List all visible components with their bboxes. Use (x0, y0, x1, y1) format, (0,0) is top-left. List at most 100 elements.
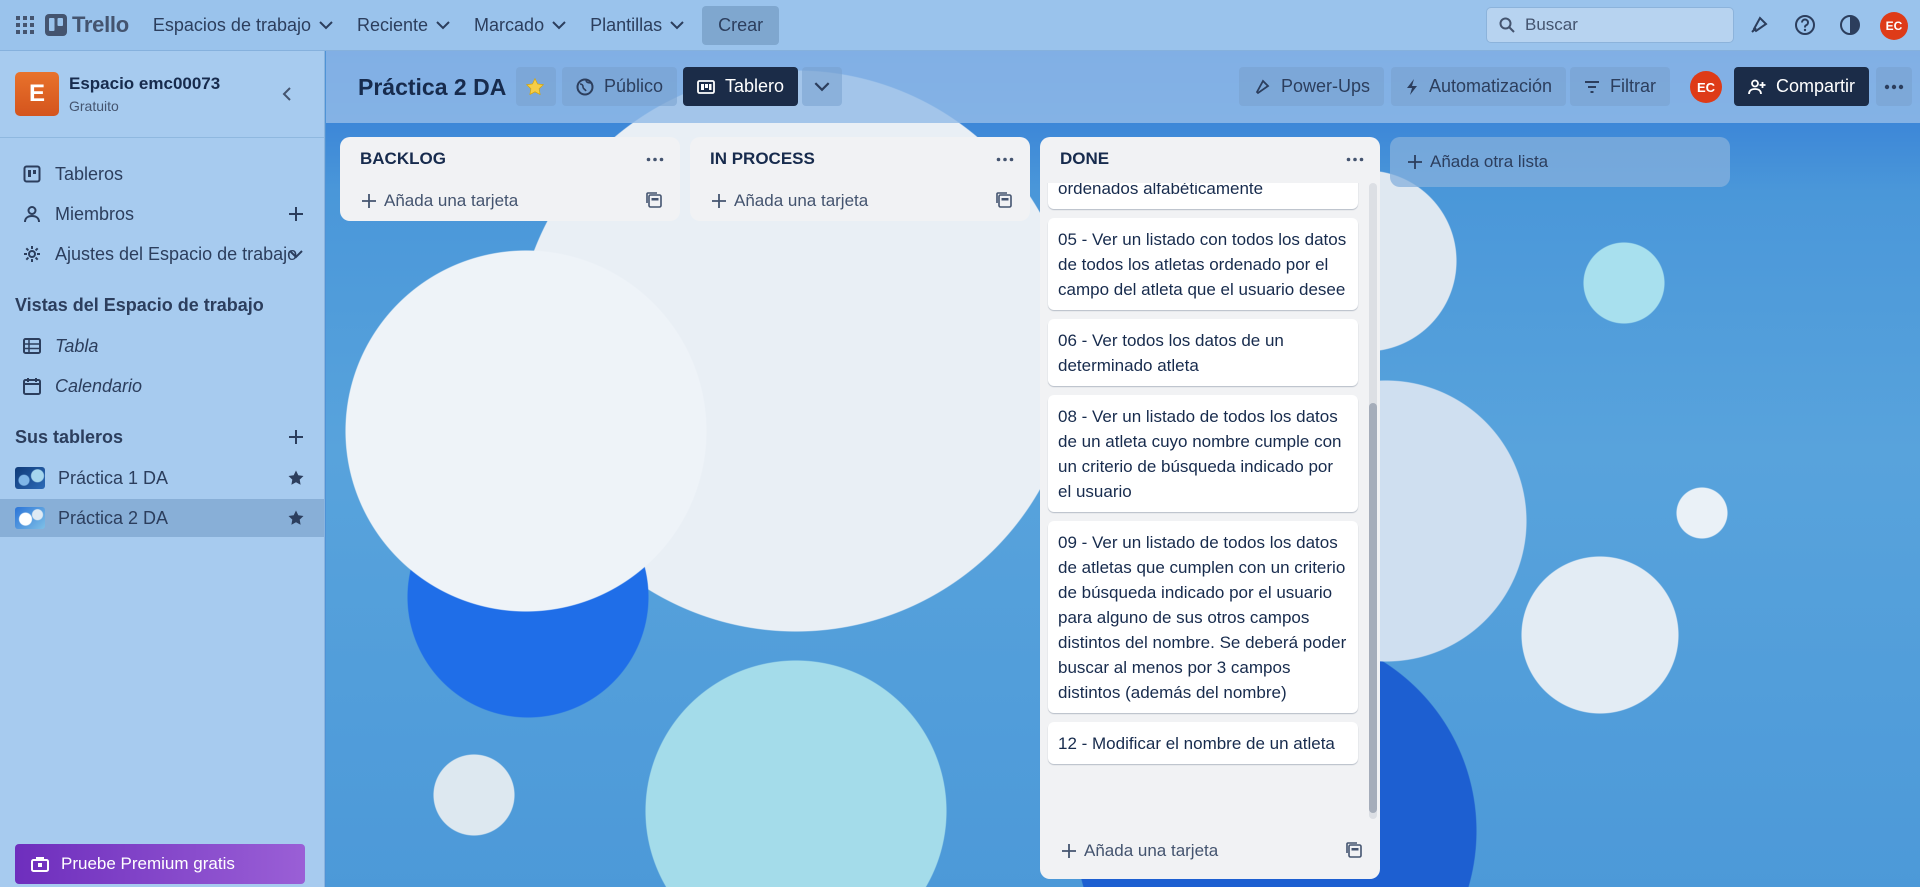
sidebar-item-table[interactable]: Tabla (0, 327, 324, 365)
sidebar-item-label: Calendario (55, 375, 143, 396)
list-title[interactable]: BACKLOG (360, 149, 446, 169)
card-text: 06 - Ver todos los datos de un determina… (1058, 331, 1284, 375)
collapse-sidebar-icon[interactable] (276, 83, 298, 105)
list-title[interactable]: IN PROCESS (710, 149, 815, 169)
filter-button[interactable]: Filtrar (1570, 67, 1670, 106)
board-member-avatar[interactable]: EC (1690, 71, 1722, 103)
nav-starred[interactable]: Marcado (462, 7, 578, 43)
list-done: DONE ordenados alfabéticamente 05 - Ver … (1040, 137, 1380, 879)
sidebar-item-label: Tabla (55, 335, 99, 356)
card-text: ordenados alfabéticamente (1058, 183, 1264, 198)
star-icon[interactable] (286, 468, 306, 488)
app-name: Trello (72, 12, 129, 37)
list-header[interactable]: IN PROCESS (690, 137, 1030, 181)
more-icon[interactable] (644, 149, 666, 169)
board-menu-button[interactable] (1876, 67, 1912, 106)
gear-icon (22, 244, 42, 264)
star-board-button[interactable] (516, 67, 556, 106)
create-button[interactable]: Crear (702, 5, 780, 45)
star-icon[interactable] (286, 508, 306, 528)
theme-icon[interactable] (1837, 12, 1863, 38)
card-text: 05 - Ver un listado con todos los datos … (1058, 230, 1347, 299)
list-header[interactable]: DONE (1040, 137, 1380, 181)
card-template-icon[interactable] (996, 192, 1012, 208)
views-heading: Vistas del Espacio de trabajo (15, 295, 264, 315)
card-template-icon[interactable] (1346, 842, 1362, 858)
card[interactable]: 08 - Ver un listado de todos los datos d… (1048, 395, 1358, 512)
view-switcher-button[interactable]: Tablero (683, 67, 799, 106)
more-icon[interactable] (1344, 149, 1366, 169)
sidebar-item-label: Tableros (55, 163, 124, 184)
add-list-label: Añada otra lista (1430, 152, 1549, 171)
add-card-button[interactable]: Añada una tarjeta (1040, 831, 1380, 871)
chevron-down-icon[interactable] (286, 244, 306, 264)
workspace-header: E Espacio emc00073 Gratuito (0, 51, 324, 138)
card[interactable]: 05 - Ver un listado con todos los datos … (1048, 218, 1358, 310)
powerups-label: Power-Ups (1281, 76, 1371, 96)
filter-icon (1584, 80, 1600, 94)
chevron-down-icon (670, 20, 684, 29)
more-icon[interactable] (994, 149, 1016, 169)
app-switcher-icon[interactable] (13, 13, 37, 37)
automation-label: Automatización (1429, 76, 1553, 96)
notifications-icon[interactable] (1746, 12, 1772, 38)
powerups-button[interactable]: Power-Ups (1239, 67, 1385, 106)
boards-heading: Sus tableros (15, 427, 124, 447)
card[interactable]: 12 - Modificar el nombre de un atleta (1048, 722, 1358, 764)
list-header[interactable]: BACKLOG (340, 137, 680, 181)
nav-templates-label: Plantillas (590, 14, 663, 35)
card-scroll-area[interactable]: ordenados alfabéticamente 05 - Ver un li… (1040, 183, 1366, 819)
card[interactable]: 09 - Ver un listado de todos los datos d… (1048, 521, 1358, 713)
nav-recent[interactable]: Reciente (345, 7, 462, 43)
trello-logo-icon (45, 14, 67, 36)
nav-workspaces[interactable]: Espacios de trabajo (141, 7, 345, 43)
visibility-button[interactable]: Público (562, 67, 678, 106)
view-options-button[interactable] (802, 67, 842, 106)
sidebar-board-practica-1[interactable]: Práctica 1 DA (0, 459, 324, 497)
more-icon (1884, 84, 1904, 89)
add-list-button[interactable]: Añada otra lista (1390, 137, 1730, 187)
list-in-process: IN PROCESS Añada una tarjeta (690, 137, 1030, 221)
workspace-name[interactable]: Espacio emc00073 (69, 74, 220, 94)
automation-button[interactable]: Automatización (1391, 67, 1567, 106)
board-title[interactable]: Práctica 2 DA (358, 74, 506, 101)
sidebar-item-members[interactable]: Miembros (0, 195, 324, 233)
add-card-label: Añada una tarjeta (384, 191, 519, 210)
board-icon (22, 164, 42, 184)
calendar-icon (22, 376, 42, 396)
help-icon[interactable] (1792, 12, 1818, 38)
search-placeholder: Buscar (1525, 15, 1578, 34)
card-template-icon[interactable] (646, 192, 662, 208)
chevron-down-icon (814, 81, 830, 91)
chevron-down-icon (552, 20, 566, 29)
nav-templates[interactable]: Plantillas (578, 7, 696, 43)
user-avatar[interactable]: EC (1880, 12, 1908, 40)
premium-trial-button[interactable]: Pruebe Premium gratis (15, 844, 305, 884)
add-person-icon (1748, 79, 1766, 95)
share-button[interactable]: Compartir (1734, 67, 1870, 106)
add-card-button[interactable]: Añada una tarjeta (340, 181, 680, 221)
sidebar: E Espacio emc00073 Gratuito Tableros Mie… (0, 51, 325, 887)
add-card-button[interactable]: Añada una tarjeta (690, 181, 1030, 221)
sidebar-item-calendar[interactable]: Calendario (0, 367, 324, 405)
list-title[interactable]: DONE (1060, 149, 1109, 169)
card[interactable]: ordenados alfabéticamente (1048, 183, 1358, 209)
card-text: 08 - Ver un listado de todos los datos d… (1058, 407, 1342, 501)
card[interactable]: 06 - Ver todos los datos de un determina… (1048, 319, 1358, 386)
list-scrollbar[interactable] (1369, 183, 1377, 819)
scrollbar-thumb[interactable] (1369, 403, 1377, 813)
workspace-badge[interactable]: E (15, 72, 59, 116)
nav-recent-label: Reciente (357, 14, 429, 35)
view-label: Tablero (725, 76, 785, 96)
add-board-icon[interactable] (286, 427, 306, 447)
trello-logo[interactable]: Trello (45, 12, 129, 38)
add-member-icon[interactable] (286, 204, 306, 224)
nav-starred-label: Marcado (474, 14, 545, 35)
sidebar-item-settings[interactable]: Ajustes del Espacio de trabajo (0, 235, 324, 273)
sidebar-item-boards[interactable]: Tableros (0, 155, 324, 193)
search-input[interactable]: Buscar (1486, 7, 1734, 43)
person-icon (22, 204, 42, 224)
board-thumbnail (15, 467, 45, 489)
share-label: Compartir (1776, 76, 1856, 96)
sidebar-board-practica-2[interactable]: Práctica 2 DA (0, 499, 324, 537)
